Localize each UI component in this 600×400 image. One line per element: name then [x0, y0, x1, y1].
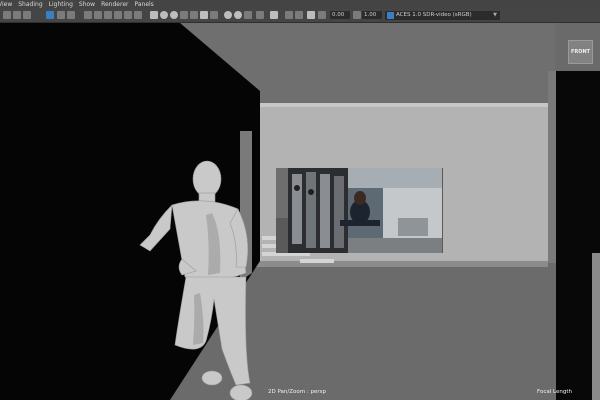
field-chart-icon[interactable] — [124, 11, 132, 19]
use-default-material-icon[interactable] — [170, 11, 178, 19]
grease-pencil-icon[interactable] — [67, 11, 75, 19]
xray-active-components-icon[interactable] — [307, 11, 315, 19]
shadows-icon[interactable] — [210, 11, 218, 19]
chevron-down-icon: ▼ — [493, 12, 497, 18]
textured-icon[interactable] — [190, 11, 198, 19]
3d-viewport[interactable]: FRONT 2D Pan/Zoom : persp Focal Length — [0, 23, 600, 400]
color-space-select[interactable]: ACES 1.0 SDR-video (sRGB) ▼ — [385, 11, 500, 20]
color-space-value: ACES 1.0 SDR-video (sRGB) — [396, 12, 472, 18]
screen-space-ao-icon[interactable] — [224, 11, 232, 19]
motion-blur-icon[interactable] — [234, 11, 242, 19]
floor-threshold — [255, 261, 548, 267]
use-all-lights-icon[interactable] — [200, 11, 208, 19]
2d-pan-zoom-icon[interactable] — [57, 11, 65, 19]
menu-view[interactable]: View — [0, 0, 12, 9]
color-management-icon — [387, 12, 394, 19]
exposure-field[interactable]: 0.00 — [330, 11, 350, 19]
xray-joints-icon[interactable] — [295, 11, 303, 19]
film-gate-icon[interactable] — [94, 11, 102, 19]
gate-mask-icon[interactable] — [114, 11, 122, 19]
isolate-select-icon[interactable] — [270, 11, 278, 19]
right-pillar-frame — [592, 253, 600, 400]
camera-hud-label: 2D Pan/Zoom : persp — [268, 389, 326, 395]
panel-toolbar: 0.00 1.00 ACES 1.0 SDR-video (sRGB) ▼ — [0, 9, 600, 23]
depth-of-field-icon[interactable] — [256, 11, 264, 19]
bookmark-icon[interactable] — [23, 11, 31, 19]
camera-attributes-icon[interactable] — [13, 11, 21, 19]
focal-length-hud-label: Focal Length — [537, 389, 572, 395]
menu-panels[interactable]: Panels — [134, 0, 153, 9]
menu-shading[interactable]: Shading — [18, 0, 42, 9]
image-plane-icon[interactable] — [46, 11, 54, 19]
back-wall-top-edge — [260, 103, 555, 107]
gamma-icon[interactable] — [353, 11, 361, 19]
wireframe-icon[interactable] — [150, 11, 158, 19]
select-camera-icon[interactable] — [3, 11, 11, 19]
menu-renderer[interactable]: Renderer — [101, 0, 128, 9]
menu-lighting[interactable]: Lighting — [49, 0, 73, 9]
panel-menu-bar: View Shading Lighting Show Renderer Pane… — [0, 0, 600, 9]
view-cube[interactable]: FRONT — [568, 40, 593, 64]
safe-action-icon[interactable] — [134, 11, 142, 19]
maya-viewport-panel: View Shading Lighting Show Renderer Pane… — [0, 0, 600, 400]
image-plane-photo — [288, 168, 442, 253]
grid-icon[interactable] — [84, 11, 92, 19]
menu-show[interactable]: Show — [79, 0, 95, 9]
xray-icon[interactable] — [285, 11, 293, 19]
smooth-shade-icon[interactable] — [160, 11, 168, 19]
wireframe-on-shaded-icon[interactable] — [180, 11, 188, 19]
resolution-gate-icon[interactable] — [104, 11, 112, 19]
exposure-icon[interactable] — [318, 11, 326, 19]
anti-aliasing-icon[interactable] — [244, 11, 252, 19]
gamma-field[interactable]: 1.00 — [362, 11, 382, 19]
